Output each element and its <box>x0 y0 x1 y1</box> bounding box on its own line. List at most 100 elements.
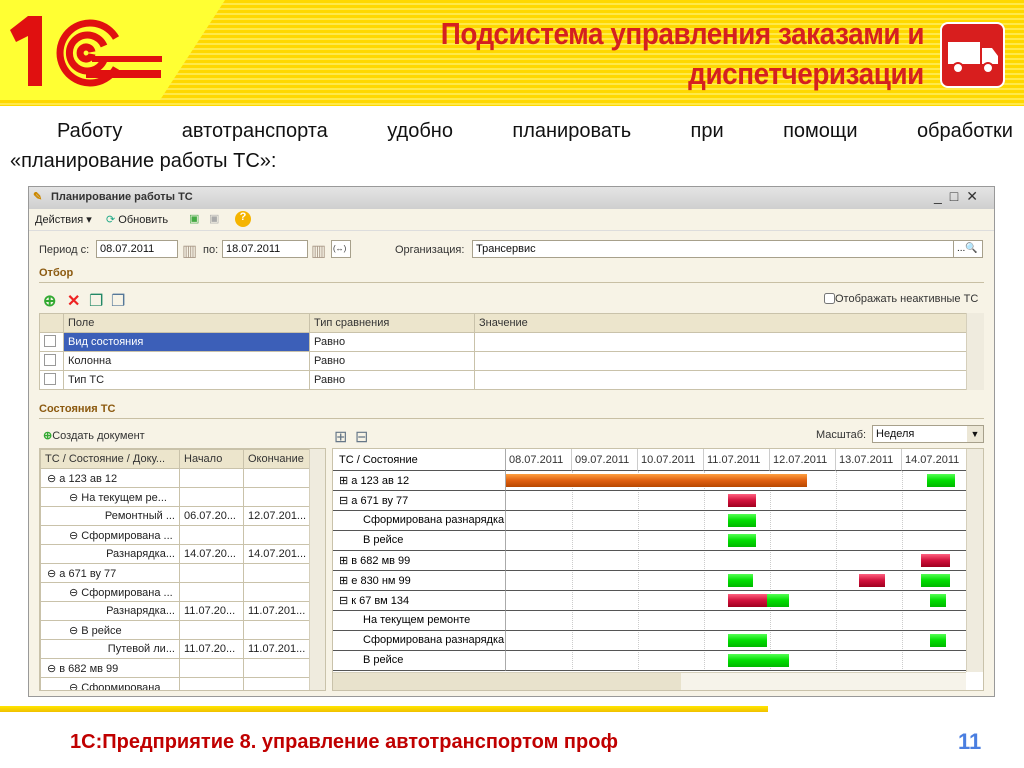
filter-value[interactable] <box>474 370 984 390</box>
gantt-row-label[interactable]: На текущем ремонте <box>333 611 506 631</box>
gantt-bar-green[interactable] <box>929 634 947 647</box>
filter-row[interactable]: Колонна Равно <box>39 351 984 371</box>
gantt-row-label[interactable]: В рейсе <box>333 651 506 671</box>
row-checkbox[interactable] <box>39 370 64 390</box>
tree-row[interactable]: Разнарядка... 14.07.20... 14.07.201... <box>40 544 310 564</box>
gantt-row-label[interactable]: ⊞ е 830 нм 99 <box>333 571 506 591</box>
gantt-bar-green[interactable] <box>766 594 790 607</box>
scale-select[interactable]: Неделя ▼ <box>872 425 984 443</box>
tree-row[interactable]: Путевой ли... 11.07.20... 11.07.201... <box>40 639 310 659</box>
tree-name: ⊖ Сформирована ... <box>40 525 180 545</box>
tree-name: ⊖ Сформирована <box>40 677 180 690</box>
gantt-horizontal-scrollbar[interactable] <box>333 672 966 690</box>
gantt-row <box>506 551 968 571</box>
calendar-icon[interactable]: ▥ <box>182 241 197 261</box>
column-header-field[interactable]: Поле <box>63 313 310 333</box>
export-icon[interactable]: ▣ <box>189 212 199 225</box>
gantt-bar-green[interactable] <box>921 574 950 587</box>
gantt-row-label[interactable]: Сформирована разнарядка <box>333 511 506 531</box>
tree-row[interactable]: ⊖ а 123 ав 12 <box>40 468 310 488</box>
window-controls[interactable]: _□✕ <box>934 188 986 205</box>
gantt-bar-red[interactable] <box>727 594 767 607</box>
tree-row[interactable]: ⊖ Сформирована ... <box>40 582 310 602</box>
tree-row[interactable]: ⊖ Сформирована ... <box>40 525 310 545</box>
gantt-date-header: 14.07.2011 <box>902 449 968 471</box>
show-inactive-checkbox[interactable]: Отображать неактивные ТС <box>824 293 978 305</box>
gantt-vertical-scrollbar[interactable] <box>966 449 983 672</box>
check-all-icon[interactable]: ❐ <box>89 291 103 311</box>
checkbox-header <box>39 313 64 333</box>
gantt-bar-green[interactable] <box>727 534 757 547</box>
period-select-button[interactable]: (↔) <box>331 240 351 258</box>
filter-row[interactable]: Вид состояния Равно <box>39 332 984 352</box>
gantt-bar-green[interactable] <box>727 574 753 587</box>
refresh-label: Обновить <box>118 214 169 226</box>
filter-comparison: Равно <box>309 351 475 371</box>
calendar-icon[interactable]: ▥ <box>311 241 326 261</box>
gantt-date-header: 11.07.2011 <box>704 449 770 471</box>
expand-all-icon[interactable]: ⊞ <box>334 427 347 447</box>
intro-word: при <box>690 120 724 142</box>
scale-value: Неделя <box>876 428 915 440</box>
help-icon[interactable]: ? <box>235 211 251 227</box>
column-header-start[interactable]: Начало <box>179 449 244 469</box>
gantt-row-label[interactable]: ⊞ в 682 мв 99 <box>333 551 506 571</box>
gantt-row-label[interactable]: В рейсе <box>333 531 506 551</box>
delete-icon[interactable]: ✕ <box>67 291 80 311</box>
gantt-bar-red[interactable] <box>727 494 757 507</box>
org-input[interactable]: Трансервис <box>472 240 983 258</box>
create-document-button[interactable]: ⊕Создать документ <box>43 429 145 442</box>
column-header-value[interactable]: Значение <box>474 313 984 333</box>
org-select-search-button[interactable]: ...🔍 <box>953 240 983 258</box>
tree-name: ⊖ а 123 ав 12 <box>40 468 180 488</box>
refresh-button[interactable]: ⟳ Обновить <box>106 213 168 226</box>
gantt-bar-red[interactable] <box>859 574 885 587</box>
checkbox[interactable] <box>824 293 835 304</box>
tree-row[interactable]: ⊖ в 682 мв 99 <box>40 658 310 678</box>
page-number: 11 <box>958 729 982 754</box>
filter-value[interactable] <box>474 351 984 371</box>
tree-name: ⊖ Сформирована ... <box>40 582 180 602</box>
collapse-all-icon[interactable]: ⊟ <box>355 427 368 447</box>
tree-scrollbar[interactable] <box>309 449 325 690</box>
gantt-date-header: 10.07.2011 <box>638 449 704 471</box>
gantt-bar-green[interactable] <box>727 514 757 527</box>
actions-menu[interactable]: Действия ▾ <box>35 213 92 226</box>
column-header-comparison[interactable]: Тип сравнения <box>309 313 475 333</box>
tree-row[interactable]: Разнарядка... 11.07.20... 11.07.201... <box>40 601 310 621</box>
filter-value[interactable] <box>474 332 984 352</box>
footer-text: 1С:Предприятие 8. управление автотранспо… <box>70 731 618 753</box>
row-checkbox[interactable] <box>39 332 64 352</box>
tree-start <box>179 620 244 640</box>
filter-row[interactable]: Тип ТС Равно <box>39 370 984 390</box>
gantt-row-label[interactable]: ⊟ к 67 вм 134 <box>333 591 506 611</box>
period-from-input[interactable]: 08.07.2011 <box>96 240 178 258</box>
period-to-input[interactable]: 18.07.2011 <box>222 240 308 258</box>
gantt-bar-red[interactable] <box>921 554 950 567</box>
tree-row[interactable]: ⊖ В рейсе <box>40 620 310 640</box>
import-icon[interactable]: ▣ <box>209 212 219 225</box>
gantt-bar-green[interactable] <box>929 594 947 607</box>
gantt-row-label[interactable]: ⊞ а 123 ав 12 <box>333 471 506 491</box>
chevron-down-icon[interactable]: ▼ <box>967 426 983 442</box>
column-header-name[interactable]: ТС / Состояние / Доку... <box>40 449 180 469</box>
tree-start <box>179 563 244 583</box>
add-icon[interactable]: ⊕ <box>43 291 56 311</box>
column-header-end[interactable]: Окончание <box>243 449 310 469</box>
gantt-row-label[interactable]: Сформирована разнарядка <box>333 631 506 651</box>
row-checkbox[interactable] <box>39 351 64 371</box>
gantt-bar-orange[interactable] <box>506 474 807 487</box>
filter-scrollbar[interactable] <box>966 313 984 390</box>
create-document-label: Создать документ <box>52 430 145 442</box>
divider <box>39 418 984 419</box>
gantt-bar-green[interactable] <box>727 654 790 667</box>
gantt-bar-green[interactable] <box>727 634 767 647</box>
uncheck-all-icon[interactable]: ❐ <box>111 291 125 311</box>
gantt-date-header: 09.07.2011 <box>572 449 638 471</box>
gantt-row-label[interactable]: ⊟ а 671 ву 77 <box>333 491 506 511</box>
gantt-bar-green[interactable] <box>927 474 955 487</box>
tree-row[interactable]: ⊖ На текущем ре... <box>40 487 310 507</box>
tree-row[interactable]: ⊖ а 671 ву 77 <box>40 563 310 583</box>
tree-row[interactable]: Ремонтный ... 06.07.20... 12.07.201... <box>40 506 310 526</box>
tree-row[interactable]: ⊖ Сформирована <box>40 677 310 690</box>
